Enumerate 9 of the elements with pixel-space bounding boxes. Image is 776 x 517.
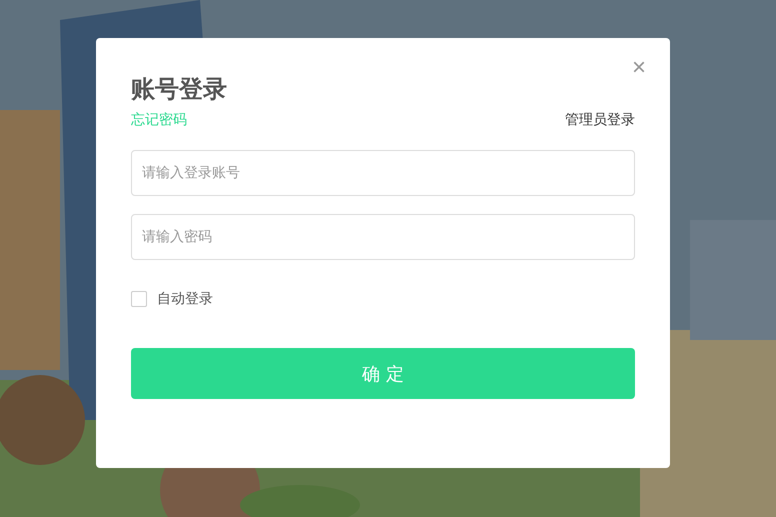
input-field[interactable]: 请输入密码 [131,214,635,260]
admin-login-link[interactable]: 管理员登录 [565,110,635,130]
checkbox[interactable] [131,291,147,307]
checkbox-label: 自动登录 [157,290,213,308]
forgot-password-link[interactable]: 忘记密码 [131,110,187,130]
close-button[interactable]: × [628,54,650,82]
submit-button[interactable]: 确 定 [131,348,635,399]
dialog-title: 账号登录 [131,74,228,104]
input-field[interactable]: 请输入登录账号 [131,150,635,196]
